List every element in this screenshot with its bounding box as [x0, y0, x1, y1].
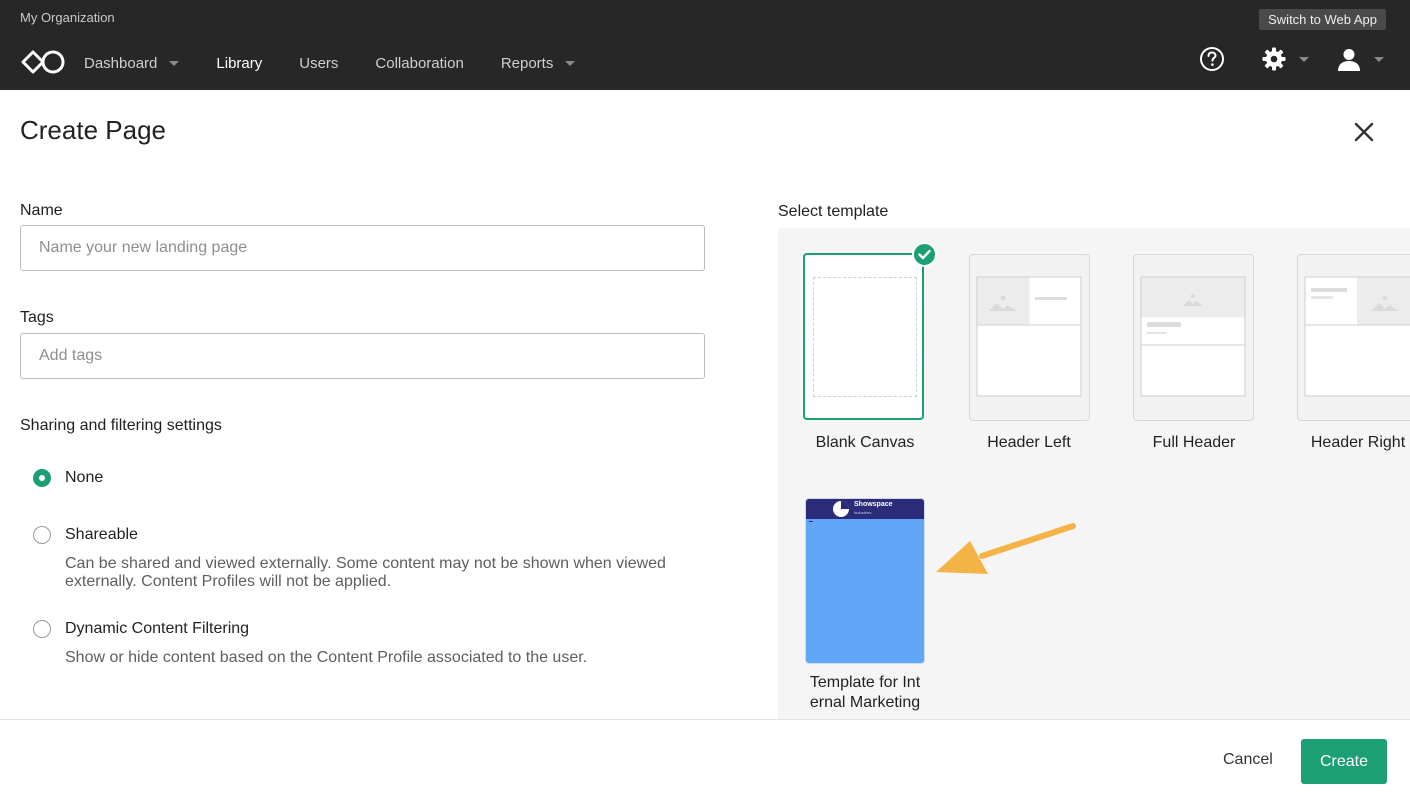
template-card-internal-marketing[interactable]: Showspace Industries	[805, 498, 925, 664]
header-right-preview	[1304, 276, 1410, 397]
user-icon	[1338, 49, 1360, 71]
nav-dashboard-label: Dashboard	[84, 54, 158, 72]
gear-icon	[1262, 47, 1286, 71]
selected-check-icon	[912, 242, 937, 267]
radio-label-shareable: Shareable	[65, 526, 138, 543]
top-navigation-bar: My Organization Switch to Web App Dashbo…	[0, 0, 1410, 90]
tags-label: Tags	[20, 309, 54, 326]
template-card-full-header[interactable]	[1133, 254, 1254, 421]
radio-button-none[interactable]	[33, 469, 51, 487]
template-card-header-left[interactable]	[969, 254, 1090, 421]
nav-reports[interactable]: Reports	[501, 52, 576, 74]
template-name-full-header: Full Header	[1152, 434, 1236, 451]
chevron-down-icon	[1299, 57, 1309, 62]
header-left-preview	[976, 276, 1082, 397]
tags-input[interactable]	[20, 333, 705, 379]
page-title: Create Page	[20, 115, 166, 145]
nav-users[interactable]: Users	[299, 52, 338, 74]
nav-collaboration[interactable]: Collaboration	[375, 52, 463, 74]
logo-icon[interactable]	[20, 48, 66, 76]
organization-name: My Organization	[20, 10, 115, 25]
template-name-header-left: Header Left	[987, 434, 1071, 451]
template-name-internal-marketing: Template for Int ernal Marketing	[809, 674, 921, 711]
chevron-down-icon	[169, 61, 180, 66]
main-nav: Dashboard Library Users Collaboration Re…	[84, 52, 612, 74]
template-name-header-right: Header Right	[1310, 434, 1406, 451]
template-divider	[809, 521, 813, 522]
nav-dashboard[interactable]: Dashboard	[84, 52, 180, 74]
sharing-option-none[interactable]: None	[33, 469, 103, 487]
name-input[interactable]	[20, 225, 705, 271]
user-menu[interactable]	[1336, 46, 1384, 72]
chevron-down-icon	[565, 61, 576, 66]
arrow-icon	[936, 523, 1076, 574]
help-icon	[1200, 47, 1224, 71]
chevron-down-icon	[1374, 57, 1384, 62]
sharing-option-dynamic-filtering[interactable]: Dynamic Content Filtering	[33, 620, 249, 638]
radio-button-shareable[interactable]	[33, 526, 51, 544]
sharing-settings-label: Sharing and filtering settings	[20, 417, 222, 434]
nav-library-label: Library	[216, 54, 263, 72]
nav-collaboration-label: Collaboration	[375, 54, 464, 72]
nav-reports-label: Reports	[500, 54, 554, 72]
pie-logo-icon	[833, 501, 849, 517]
sharing-option-shareable[interactable]: Shareable	[33, 526, 138, 544]
nav-users-label: Users	[299, 54, 339, 72]
footer-bar	[0, 719, 1410, 795]
name-label: Name	[20, 202, 63, 219]
help-button[interactable]	[1199, 46, 1225, 72]
template-brand-name: Showspace	[854, 501, 893, 508]
settings-menu[interactable]	[1261, 46, 1309, 72]
radio-label-none: None	[65, 469, 104, 486]
template-name-blank-canvas: Blank Canvas	[815, 434, 915, 451]
nav-library[interactable]: Library	[216, 52, 262, 74]
full-header-preview	[1140, 276, 1246, 397]
cancel-button[interactable]: Cancel	[1223, 751, 1273, 769]
close-icon[interactable]	[1350, 118, 1378, 146]
radio-label-dynamic-filtering: Dynamic Content Filtering	[65, 620, 250, 637]
select-template-label: Select template	[778, 203, 889, 220]
shareable-description: Can be shared and viewed externally. Som…	[65, 555, 666, 590]
radio-button-dynamic-filtering[interactable]	[33, 620, 51, 638]
switch-to-web-app-button[interactable]: Switch to Web App	[1259, 9, 1386, 30]
dynamic-filtering-description: Show or hide content based on the Conten…	[65, 649, 588, 666]
template-brand-subtitle: Industries	[854, 510, 872, 515]
template-card-header-right[interactable]	[1297, 254, 1410, 421]
template-card-blank-canvas[interactable]	[803, 253, 924, 420]
create-button[interactable]: Create	[1301, 739, 1387, 784]
template-header-band: Showspace Industries	[806, 499, 924, 519]
blank-canvas-preview	[813, 277, 917, 397]
